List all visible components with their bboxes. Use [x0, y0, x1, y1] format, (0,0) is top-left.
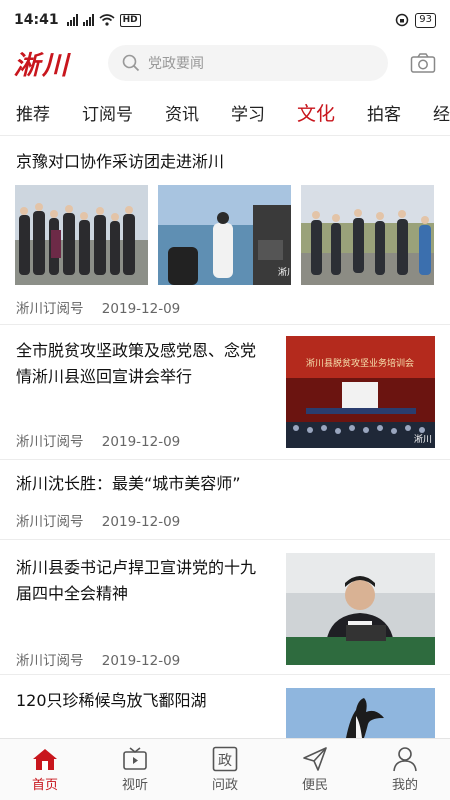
- news-item[interactable]: 120只珍稀候鸟放飞鄱阳湖: [0, 676, 450, 746]
- news-title: 120只珍稀候鸟放飞鄱阳湖: [16, 691, 207, 710]
- news-title: 全市脱贫攻坚政策及感党恩、念党情淅川县巡回宣讲会举行: [16, 341, 257, 386]
- status-icons: HD: [66, 13, 141, 27]
- tab-culture[interactable]: 文化: [297, 99, 335, 126]
- user-icon: [393, 747, 417, 772]
- news-thumbnail: 淅川县脱贫攻坚业务培训会 淅川: [286, 336, 435, 448]
- search-icon: [122, 54, 140, 72]
- status-right: 93: [395, 12, 436, 28]
- home-icon: [33, 749, 57, 770]
- news-thumbnail: 淅川: [158, 185, 291, 285]
- nav-label: 问政: [211, 778, 238, 793]
- news-thumbnail: [286, 553, 435, 665]
- battery-indicator: 93: [415, 12, 436, 28]
- news-meta: 淅川订阅号 2019-12-09: [16, 297, 180, 317]
- hd-badge: HD: [119, 13, 141, 27]
- tab-economy[interactable]: 经济: [433, 100, 450, 125]
- thumbnail-banner-text: 淅川县脱贫攻坚业务培训会: [306, 357, 414, 369]
- tab-recommend[interactable]: 推荐: [16, 100, 50, 125]
- status-bar: 14:41 HD 93: [0, 0, 450, 40]
- thumbnail-watermark: 淅川: [414, 433, 432, 445]
- news-meta: 淅川订阅号 2019-12-09: [16, 649, 180, 669]
- signal-icon: [66, 14, 78, 26]
- nav-label: 我的: [391, 778, 418, 793]
- send-icon: [303, 747, 327, 771]
- tv-icon: [123, 747, 147, 770]
- news-thumbnail: [15, 185, 148, 285]
- nav-inquiry[interactable]: 政 问政: [180, 739, 270, 800]
- news-meta: 淅川订阅号 2019-12-09: [16, 510, 180, 530]
- news-thumbnail: [286, 688, 435, 738]
- news-date: 2019-12-09: [101, 434, 181, 450]
- inquiry-icon: 政: [212, 746, 238, 772]
- news-title: 淅川县委书记卢捍卫宣讲党的十九届四中全会精神: [16, 558, 257, 603]
- news-date: 2019-12-09: [101, 514, 181, 530]
- thumbnail-watermark: 淅川: [278, 266, 291, 278]
- app-header: 淅川 党政要闻: [0, 40, 450, 86]
- news-source: 淅川订阅号: [16, 653, 84, 669]
- nav-label: 首页: [31, 778, 58, 793]
- nav-label: 视听: [121, 778, 148, 793]
- tab-photographer[interactable]: 拍客: [367, 100, 401, 125]
- news-title: 京豫对口协作采访团走进淅川: [16, 152, 225, 171]
- news-item[interactable]: 京豫对口协作采访团走进淅川 淅 淅川订阅号 2019-12-09: [0, 137, 450, 325]
- inquiry-icon-glyph: 政: [218, 753, 232, 769]
- status-time: 14:41: [14, 12, 59, 28]
- news-thumbnail: [301, 185, 434, 285]
- news-source: 淅川订阅号: [16, 434, 84, 450]
- news-meta: 淅川订阅号 2019-12-09: [16, 430, 180, 450]
- news-date: 2019-12-09: [101, 301, 181, 317]
- news-item[interactable]: 淅川沈长胜：最美“城市美容师” 淅川订阅号 2019-12-09: [0, 461, 450, 540]
- nav-label: 便民: [301, 778, 328, 793]
- category-tabs: 推荐 订阅号 资讯 学习 文化 拍客 经济: [0, 90, 450, 136]
- nav-profile[interactable]: 我的: [360, 739, 450, 800]
- app-logo: 淅川: [14, 50, 71, 81]
- news-item[interactable]: 淅川县委书记卢捍卫宣讲党的十九届四中全会精神 淅川订阅号 2019-12-09: [0, 541, 450, 675]
- camera-icon[interactable]: [410, 52, 436, 74]
- news-source: 淅川订阅号: [16, 301, 84, 317]
- wifi-icon: [99, 14, 115, 26]
- tab-study[interactable]: 学习: [231, 100, 265, 125]
- search-bar[interactable]: 党政要闻: [108, 45, 388, 81]
- signal-icon: [82, 14, 94, 26]
- nav-audio-video[interactable]: 视听: [90, 739, 180, 800]
- news-title: 淅川沈长胜：最美“城市美容师”: [16, 474, 241, 493]
- search-placeholder: 党政要闻: [148, 56, 204, 72]
- nav-services[interactable]: 便民: [270, 739, 360, 800]
- news-item[interactable]: 全市脱贫攻坚政策及感党恩、念党情淅川县巡回宣讲会举行 淅川县脱贫攻坚业务培训会 …: [0, 326, 450, 460]
- bottom-nav: 首页 视听 政 问政 便民 我的: [0, 738, 450, 800]
- news-date: 2019-12-09: [101, 653, 181, 669]
- tab-subscriptions[interactable]: 订阅号: [82, 100, 133, 125]
- alarm-icon: [396, 13, 409, 27]
- news-source: 淅川订阅号: [16, 514, 84, 530]
- tab-news[interactable]: 资讯: [165, 100, 199, 125]
- nav-home[interactable]: 首页: [0, 739, 90, 800]
